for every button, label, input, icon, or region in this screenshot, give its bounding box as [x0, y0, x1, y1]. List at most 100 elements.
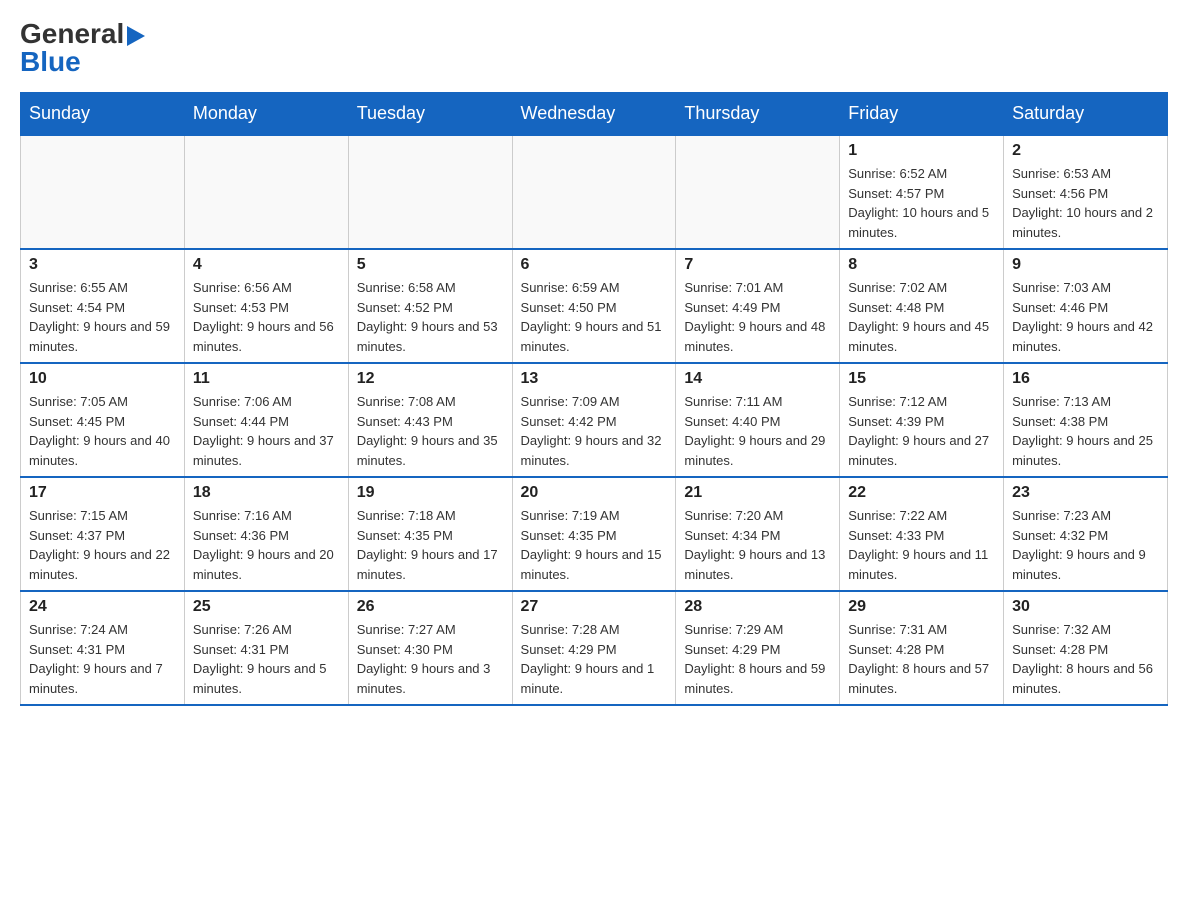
day-info-text: Daylight: 9 hours and 15 minutes.: [521, 545, 668, 584]
weekday-header-tuesday: Tuesday: [348, 93, 512, 136]
week-row-5: 24Sunrise: 7:24 AMSunset: 4:31 PMDayligh…: [21, 591, 1168, 705]
calendar-cell: 28Sunrise: 7:29 AMSunset: 4:29 PMDayligh…: [676, 591, 840, 705]
day-number: 21: [684, 484, 831, 502]
calendar-cell: 30Sunrise: 7:32 AMSunset: 4:28 PMDayligh…: [1004, 591, 1168, 705]
day-number: 7: [684, 256, 831, 274]
day-info-text: Sunset: 4:35 PM: [521, 526, 668, 546]
day-number: 16: [1012, 370, 1159, 388]
day-info-text: Daylight: 9 hours and 42 minutes.: [1012, 317, 1159, 356]
day-info-text: Daylight: 9 hours and 45 minutes.: [848, 317, 995, 356]
logo: General Blue: [20, 20, 145, 76]
day-number: 23: [1012, 484, 1159, 502]
day-info-text: Daylight: 9 hours and 20 minutes.: [193, 545, 340, 584]
day-info-text: Sunrise: 7:06 AM: [193, 392, 340, 412]
weekday-header-row: SundayMondayTuesdayWednesdayThursdayFrid…: [21, 93, 1168, 136]
day-info-text: Sunrise: 7:28 AM: [521, 620, 668, 640]
day-number: 11: [193, 370, 340, 388]
calendar-cell: 3Sunrise: 6:55 AMSunset: 4:54 PMDaylight…: [21, 249, 185, 363]
day-number: 22: [848, 484, 995, 502]
calendar-cell: 15Sunrise: 7:12 AMSunset: 4:39 PMDayligh…: [840, 363, 1004, 477]
day-number: 6: [521, 256, 668, 274]
day-info-text: Daylight: 9 hours and 27 minutes.: [848, 431, 995, 470]
day-info-text: Sunset: 4:28 PM: [1012, 640, 1159, 660]
day-info-text: Sunrise: 7:31 AM: [848, 620, 995, 640]
day-info-text: Sunset: 4:46 PM: [1012, 298, 1159, 318]
day-info-text: Sunrise: 6:58 AM: [357, 278, 504, 298]
calendar-cell: 23Sunrise: 7:23 AMSunset: 4:32 PMDayligh…: [1004, 477, 1168, 591]
calendar-cell: 18Sunrise: 7:16 AMSunset: 4:36 PMDayligh…: [184, 477, 348, 591]
week-row-1: 1Sunrise: 6:52 AMSunset: 4:57 PMDaylight…: [21, 135, 1168, 249]
day-info-text: Sunset: 4:39 PM: [848, 412, 995, 432]
calendar-cell: 29Sunrise: 7:31 AMSunset: 4:28 PMDayligh…: [840, 591, 1004, 705]
day-info-text: Sunrise: 7:19 AM: [521, 506, 668, 526]
day-number: 24: [29, 598, 176, 616]
day-number: 12: [357, 370, 504, 388]
day-number: 5: [357, 256, 504, 274]
calendar-cell: [676, 135, 840, 249]
calendar-cell: 10Sunrise: 7:05 AMSunset: 4:45 PMDayligh…: [21, 363, 185, 477]
day-info-text: Daylight: 9 hours and 22 minutes.: [29, 545, 176, 584]
calendar-cell: 19Sunrise: 7:18 AMSunset: 4:35 PMDayligh…: [348, 477, 512, 591]
day-info-text: Daylight: 9 hours and 7 minutes.: [29, 659, 176, 698]
day-info-text: Sunset: 4:31 PM: [29, 640, 176, 660]
day-info-text: Daylight: 9 hours and 11 minutes.: [848, 545, 995, 584]
day-info-text: Sunset: 4:45 PM: [29, 412, 176, 432]
weekday-header-wednesday: Wednesday: [512, 93, 676, 136]
weekday-header-saturday: Saturday: [1004, 93, 1168, 136]
day-info-text: Sunset: 4:52 PM: [357, 298, 504, 318]
day-info-text: Sunrise: 6:59 AM: [521, 278, 668, 298]
day-info-text: Sunrise: 7:13 AM: [1012, 392, 1159, 412]
calendar-cell: 8Sunrise: 7:02 AMSunset: 4:48 PMDaylight…: [840, 249, 1004, 363]
day-info-text: Sunrise: 7:09 AM: [521, 392, 668, 412]
calendar-cell: 16Sunrise: 7:13 AMSunset: 4:38 PMDayligh…: [1004, 363, 1168, 477]
day-number: 26: [357, 598, 504, 616]
day-info-text: Sunset: 4:33 PM: [848, 526, 995, 546]
weekday-header-monday: Monday: [184, 93, 348, 136]
calendar-cell: 6Sunrise: 6:59 AMSunset: 4:50 PMDaylight…: [512, 249, 676, 363]
day-info-text: Sunset: 4:54 PM: [29, 298, 176, 318]
day-info-text: Sunrise: 7:24 AM: [29, 620, 176, 640]
day-info-text: Daylight: 9 hours and 3 minutes.: [357, 659, 504, 698]
day-number: 8: [848, 256, 995, 274]
calendar-cell: [21, 135, 185, 249]
day-info-text: Sunset: 4:28 PM: [848, 640, 995, 660]
day-number: 19: [357, 484, 504, 502]
calendar-cell: 1Sunrise: 6:52 AMSunset: 4:57 PMDaylight…: [840, 135, 1004, 249]
day-info-text: Sunset: 4:38 PM: [1012, 412, 1159, 432]
day-info-text: Daylight: 9 hours and 51 minutes.: [521, 317, 668, 356]
day-info-text: Sunrise: 6:55 AM: [29, 278, 176, 298]
page-header: General Blue: [20, 20, 1168, 76]
weekday-header-friday: Friday: [840, 93, 1004, 136]
day-info-text: Sunset: 4:48 PM: [848, 298, 995, 318]
day-info-text: Daylight: 9 hours and 56 minutes.: [193, 317, 340, 356]
day-info-text: Sunset: 4:30 PM: [357, 640, 504, 660]
day-info-text: Sunset: 4:44 PM: [193, 412, 340, 432]
day-info-text: Sunrise: 7:01 AM: [684, 278, 831, 298]
day-info-text: Daylight: 8 hours and 57 minutes.: [848, 659, 995, 698]
day-info-text: Sunrise: 7:16 AM: [193, 506, 340, 526]
calendar-cell: 27Sunrise: 7:28 AMSunset: 4:29 PMDayligh…: [512, 591, 676, 705]
day-info-text: Sunrise: 7:26 AM: [193, 620, 340, 640]
calendar-cell: 4Sunrise: 6:56 AMSunset: 4:53 PMDaylight…: [184, 249, 348, 363]
day-info-text: Sunset: 4:49 PM: [684, 298, 831, 318]
day-info-text: Daylight: 10 hours and 2 minutes.: [1012, 203, 1159, 242]
calendar-cell: 7Sunrise: 7:01 AMSunset: 4:49 PMDaylight…: [676, 249, 840, 363]
day-number: 25: [193, 598, 340, 616]
day-info-text: Daylight: 9 hours and 29 minutes.: [684, 431, 831, 470]
day-number: 17: [29, 484, 176, 502]
day-info-text: Daylight: 9 hours and 32 minutes.: [521, 431, 668, 470]
day-info-text: Daylight: 9 hours and 9 minutes.: [1012, 545, 1159, 584]
day-info-text: Sunset: 4:56 PM: [1012, 184, 1159, 204]
day-info-text: Sunrise: 7:27 AM: [357, 620, 504, 640]
week-row-2: 3Sunrise: 6:55 AMSunset: 4:54 PMDaylight…: [21, 249, 1168, 363]
calendar-cell: 22Sunrise: 7:22 AMSunset: 4:33 PMDayligh…: [840, 477, 1004, 591]
day-number: 30: [1012, 598, 1159, 616]
day-number: 10: [29, 370, 176, 388]
calendar-cell: 9Sunrise: 7:03 AMSunset: 4:46 PMDaylight…: [1004, 249, 1168, 363]
calendar-cell: 13Sunrise: 7:09 AMSunset: 4:42 PMDayligh…: [512, 363, 676, 477]
day-info-text: Sunset: 4:37 PM: [29, 526, 176, 546]
day-info-text: Sunset: 4:29 PM: [521, 640, 668, 660]
calendar-cell: 2Sunrise: 6:53 AMSunset: 4:56 PMDaylight…: [1004, 135, 1168, 249]
day-info-text: Sunset: 4:57 PM: [848, 184, 995, 204]
day-info-text: Daylight: 9 hours and 35 minutes.: [357, 431, 504, 470]
